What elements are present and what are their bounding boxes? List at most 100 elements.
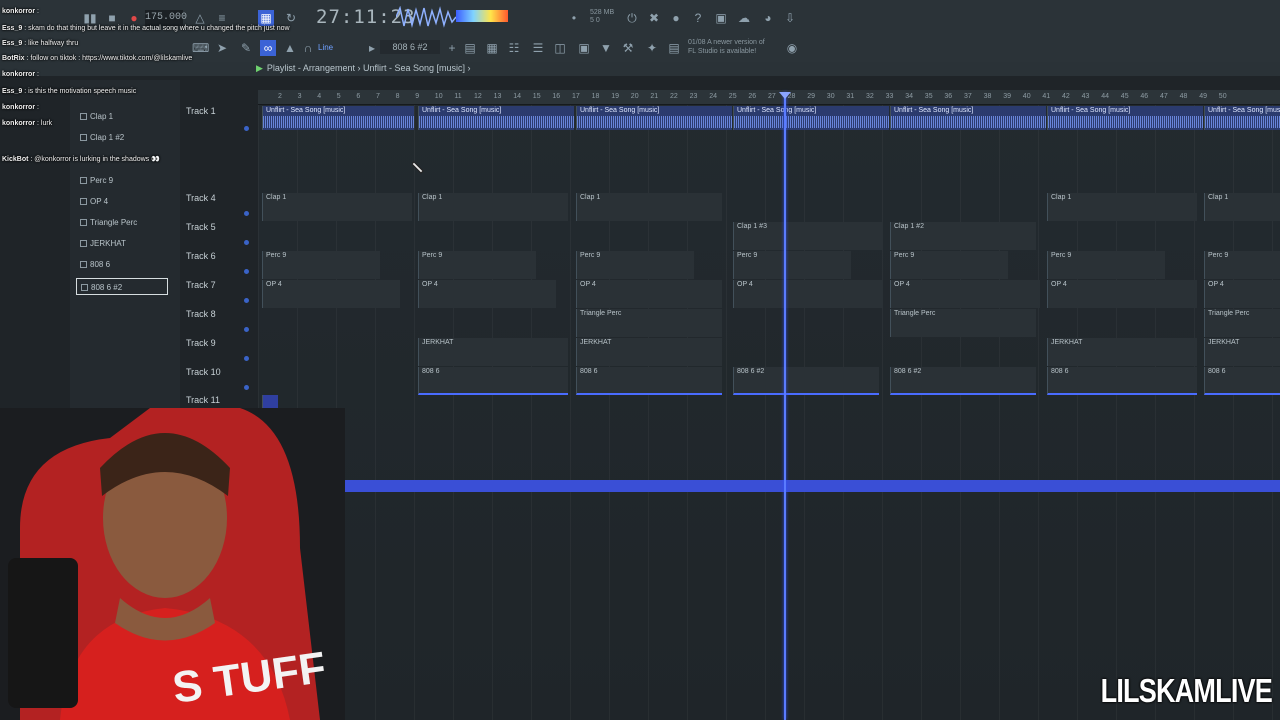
- audio-clip[interactable]: Unflirt - Sea Song [music]: [1047, 106, 1203, 130]
- piano-roll-icon[interactable]: ▦: [484, 40, 500, 56]
- track-mute-dot[interactable]: [244, 385, 249, 390]
- pattern-clip[interactable]: Perc 9: [1047, 251, 1165, 279]
- audio-clip[interactable]: Unflirt - Sea Song [music]: [890, 106, 1046, 130]
- track-mute-dot[interactable]: [244, 269, 249, 274]
- pattern-clip[interactable]: Triangle Perc: [890, 309, 1036, 337]
- pattern-clip[interactable]: Triangle Perc: [576, 309, 722, 337]
- track-label-7[interactable]: Track 7: [186, 280, 216, 290]
- pattern-clip[interactable]: 808 6: [1047, 367, 1197, 395]
- pattern-clip[interactable]: Clap 1: [262, 193, 412, 221]
- pattern-clip[interactable]: OP 4: [1204, 280, 1280, 308]
- channel-808-6[interactable]: 808 6: [76, 256, 168, 273]
- link-icon[interactable]: ∞: [260, 40, 276, 56]
- pattern-arrow-icon[interactable]: ▸: [364, 40, 380, 56]
- audio-clip[interactable]: Unflirt - Sea Song [music]: [733, 106, 889, 130]
- stats-icon[interactable]: ▤: [666, 40, 682, 56]
- update-notice[interactable]: 01/08 A newer version of FL Studio is av…: [688, 38, 765, 56]
- tempo-tap-icon[interactable]: ✦: [644, 40, 660, 56]
- playhead-marker-icon[interactable]: [779, 92, 791, 99]
- track-label-9[interactable]: Track 9: [186, 338, 216, 348]
- pattern-clip[interactable]: OP 4: [262, 280, 400, 308]
- wait-icon[interactable]: ≡: [214, 10, 230, 26]
- pattern-clip[interactable]: Triangle Perc: [1204, 309, 1280, 337]
- stamp-icon[interactable]: ▲: [282, 40, 298, 56]
- pattern-clip[interactable]: JERKHAT: [418, 338, 568, 366]
- pattern-clip[interactable]: Perc 9: [1204, 251, 1280, 279]
- channel-triangle-perc[interactable]: Triangle Perc: [76, 214, 168, 231]
- download-icon[interactable]: ⇩: [782, 10, 798, 26]
- pencil-icon[interactable]: ✎: [238, 40, 254, 56]
- play-triangle-icon[interactable]: ▶: [256, 63, 263, 73]
- track-label-5[interactable]: Track 5: [186, 222, 216, 232]
- audio-clip[interactable]: Unflirt - Sea Song [music]: [576, 106, 732, 130]
- audio-clip[interactable]: Unflirt - Sea Song [music]: [262, 106, 414, 130]
- playlist-icon[interactable]: ▤: [462, 40, 478, 56]
- track-mute-dot[interactable]: [244, 240, 249, 245]
- plugin-icon[interactable]: ▣: [576, 40, 592, 56]
- track-label-11[interactable]: Track 11: [186, 395, 220, 405]
- track-label-1[interactable]: Track 1: [186, 106, 216, 116]
- audio-clip[interactable]: Unflirt - Sea Song [music]: [1204, 106, 1280, 130]
- track-label-4[interactable]: Track 4: [186, 193, 216, 203]
- help-icon[interactable]: ?: [690, 10, 706, 26]
- audio-clip[interactable]: Unflirt - Sea Song [music]: [418, 106, 574, 130]
- globe-icon[interactable]: ◉: [784, 40, 800, 56]
- pattern-clip[interactable]: OP 4: [418, 280, 556, 308]
- pattern-clip[interactable]: Clap 1 #3: [733, 222, 883, 250]
- cloud-icon[interactable]: ☁: [736, 10, 752, 26]
- track-mute-dot[interactable]: [244, 356, 249, 361]
- tools-icon[interactable]: ✖: [646, 10, 662, 26]
- browser-icon[interactable]: ◫: [552, 40, 568, 56]
- pattern-clip[interactable]: Perc 9: [890, 251, 1008, 279]
- pattern-clip[interactable]: OP 4: [733, 280, 883, 308]
- channel-rack-icon[interactable]: ☷: [506, 40, 522, 56]
- pattern-clip[interactable]: Clap 1: [1047, 193, 1197, 221]
- pattern-clip[interactable]: JERKHAT: [1047, 338, 1197, 366]
- pattern-clip[interactable]: 808 6 #2: [890, 367, 1036, 395]
- track-mute-dot[interactable]: [244, 298, 249, 303]
- wrench-icon[interactable]: ⚒: [620, 40, 636, 56]
- pattern-clip[interactable]: 808 6 #2: [733, 367, 879, 395]
- playhead[interactable]: [784, 92, 786, 720]
- power-icon[interactable]: ⏻: [624, 10, 640, 26]
- pattern-clip[interactable]: JERKHAT: [576, 338, 722, 366]
- pattern-clip[interactable]: JERKHAT: [1204, 338, 1280, 366]
- pattern-song-icon[interactable]: ▦: [258, 10, 274, 26]
- loop-icon[interactable]: ↻: [283, 10, 299, 26]
- channel-op-4[interactable]: OP 4: [76, 193, 168, 210]
- pattern-clip[interactable]: OP 4: [1047, 280, 1197, 308]
- snap-label[interactable]: Line: [318, 43, 333, 52]
- pattern-clip[interactable]: 808 6: [418, 367, 568, 395]
- pattern-clip[interactable]: Clap 1: [1204, 193, 1280, 221]
- pattern-clip[interactable]: 808 6: [576, 367, 722, 395]
- track-label-8[interactable]: Track 8: [186, 309, 216, 319]
- pattern-clip[interactable]: OP 4: [576, 280, 722, 308]
- pattern-selector[interactable]: 808 6 #2: [380, 40, 440, 54]
- add-pattern-icon[interactable]: +: [444, 40, 460, 56]
- plug-icon[interactable]: ▼: [598, 40, 614, 56]
- magnet-icon[interactable]: ∩: [300, 40, 316, 56]
- keyboard-icon[interactable]: ⌨: [192, 40, 209, 56]
- track-mute-dot[interactable]: [244, 126, 249, 131]
- save-icon[interactable]: ▣: [713, 10, 729, 26]
- channel-jerkhat[interactable]: JERKHAT: [76, 235, 168, 252]
- track-mute-dot[interactable]: [244, 327, 249, 332]
- pattern-clip[interactable]: Clap 1: [418, 193, 568, 221]
- arrow-icon[interactable]: ➤: [214, 40, 230, 56]
- pattern-clip[interactable]: Perc 9: [733, 251, 851, 279]
- mixer-icon[interactable]: ☰: [530, 40, 546, 56]
- track-label-6[interactable]: Track 6: [186, 251, 216, 261]
- pattern-clip[interactable]: OP 4: [890, 280, 1040, 308]
- mic-icon[interactable]: ●: [668, 10, 684, 26]
- chat-icon[interactable]: ◕: [760, 10, 776, 26]
- track-mute-dot[interactable]: [244, 211, 249, 216]
- pattern-clip[interactable]: Clap 1 #2: [890, 222, 1036, 250]
- pattern-clip[interactable]: Perc 9: [576, 251, 694, 279]
- metronome-icon[interactable]: △: [192, 10, 208, 26]
- channel-808-6-2[interactable]: 808 6 #2: [76, 278, 168, 295]
- master-volume-clip[interactable]: Master - Volume: [258, 480, 1280, 492]
- track-label-10[interactable]: Track 10: [186, 367, 221, 377]
- timeline-ruler[interactable]: 2 3 4 5 6 7 8 9 10 11 12 13 14 15 16 17 18 19 20 21 22 23 24 25…: [258, 90, 1280, 105]
- pattern-clip[interactable]: Clap 1: [576, 193, 722, 221]
- pattern-clip[interactable]: Perc 9: [262, 251, 380, 279]
